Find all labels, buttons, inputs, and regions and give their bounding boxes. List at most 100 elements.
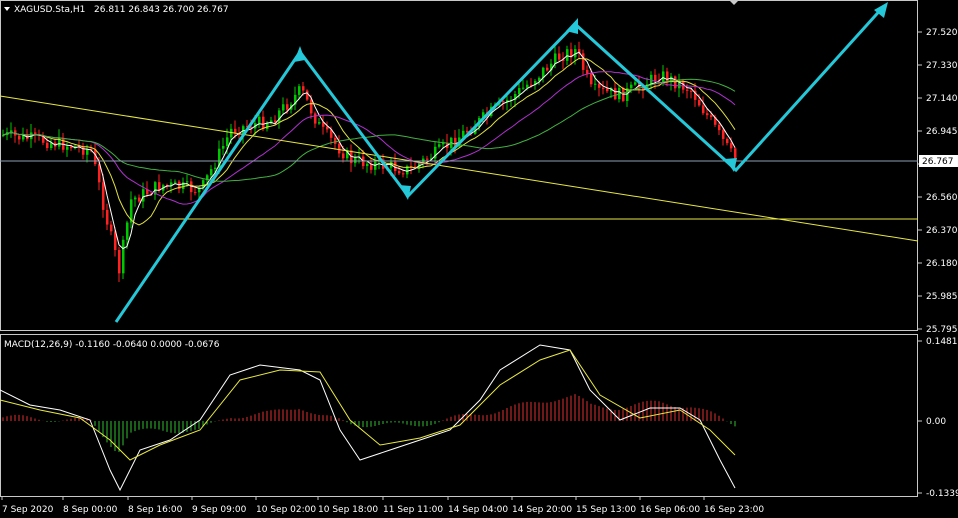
time-axis: 7 Sep 2020 8 Sep 00:00 8 Sep 16:00 9 Sep 09…: [1, 496, 764, 515]
current-price-label: 26.767: [922, 157, 954, 167]
candle-body: [526, 84, 529, 88]
candle-body: [262, 116, 265, 129]
main-pane-frame: [0, 0, 918, 331]
candle-body: [122, 239, 125, 274]
candle-body: [546, 67, 549, 71]
moving-average-line: [2, 71, 736, 205]
symbol-menu-icon[interactable]: [4, 7, 10, 11]
trading-chart[interactable]: XAGUSD.Sta,H1 26.811 26.843 26.700 26.76…: [0, 0, 958, 518]
candle-body: [726, 138, 729, 144]
candle-body: [302, 86, 305, 91]
candle-body: [438, 144, 441, 147]
candle-body: [706, 113, 709, 116]
candle-body: [502, 101, 505, 103]
candle-body: [70, 146, 73, 149]
candles-layer: [2, 41, 737, 282]
price-tick-label: 26.560: [926, 193, 958, 203]
candle-body: [722, 130, 725, 139]
macd-label: MACD(12,26,9) -0.1160 -0.0640 0.0000 -0.…: [4, 340, 220, 350]
candle-body: [310, 99, 313, 114]
candle-body: [558, 53, 561, 60]
candle-body: [34, 132, 37, 134]
price-tick-label: 25.985: [926, 292, 958, 302]
candle-body: [318, 122, 321, 124]
candle-body: [142, 189, 145, 202]
candle-body: [66, 146, 69, 150]
candle-body: [118, 250, 121, 274]
candle-body: [718, 124, 721, 131]
time-label: 7 Sep 2020: [2, 505, 54, 515]
price-tick-label: 27.330: [926, 61, 958, 71]
candle-body: [326, 126, 329, 130]
price-axis: 27.52027.33027.14026.94526.76026.56026.3…: [918, 28, 958, 335]
candle-body: [522, 87, 525, 89]
time-label: 11 Sep 11:00: [383, 505, 443, 515]
price-tick-label: 26.945: [926, 127, 958, 137]
candle-body: [594, 83, 597, 85]
candle-body: [426, 158, 429, 160]
candle-body: [314, 113, 317, 124]
price-tick-label: 25.795: [926, 325, 958, 335]
candle-body: [686, 89, 689, 91]
candle-body: [554, 53, 557, 64]
time-label: 9 Sep 09:00: [192, 505, 247, 515]
candle-body: [298, 86, 301, 95]
candle-body: [82, 146, 85, 155]
candle-body: [634, 82, 637, 85]
candle-body: [258, 116, 261, 124]
candle-body: [710, 115, 713, 118]
candle-body: [402, 173, 405, 175]
candle-body: [126, 222, 129, 240]
time-label: 10 Sep 02:00: [256, 505, 316, 515]
candle-body: [702, 105, 705, 114]
candle-body: [566, 49, 569, 61]
macd-signal-line: [0, 349, 736, 461]
chart-symbol: XAGUSD.Sta,H1: [14, 5, 85, 15]
candle-body: [662, 71, 665, 83]
candle-body: [46, 142, 49, 148]
price-tick-label: 27.140: [926, 94, 958, 104]
candle-body: [730, 143, 733, 149]
candle-body: [698, 99, 701, 106]
candle-body: [134, 197, 137, 200]
candle-body: [18, 135, 21, 140]
candle-body: [338, 143, 341, 154]
candle-body: [306, 90, 309, 100]
candle-body: [286, 104, 289, 110]
macd-tick-label: 0.1481: [926, 337, 958, 347]
candle-body: [214, 167, 217, 170]
candle-body: [614, 88, 617, 100]
candle-body: [598, 83, 601, 88]
candle-body: [186, 181, 189, 183]
candle-body: [266, 123, 269, 129]
macd-tick-label: 0.00: [926, 417, 946, 427]
candle-body: [106, 209, 109, 225]
candle-body: [234, 128, 237, 134]
candle-body: [334, 137, 337, 144]
candle-body: [86, 149, 89, 155]
candle-body: [222, 145, 225, 149]
candle-body: [182, 182, 185, 189]
price-tick-label: 26.370: [926, 226, 958, 236]
macd-axis: 0.1481 0.00 -0.1339: [918, 337, 958, 499]
candle-body: [586, 69, 589, 74]
price-tick-label: 27.520: [926, 28, 958, 38]
price-tick-label: 26.180: [926, 259, 958, 269]
candle-body: [630, 84, 633, 89]
candle-body: [226, 137, 229, 146]
macd-lines: [0, 344, 736, 492]
arrow-head-2: [399, 185, 411, 200]
zigzag-pattern[interactable]: [114, 4, 886, 323]
candle-body: [590, 73, 593, 85]
candle-body: [10, 130, 13, 133]
candle-body: [602, 87, 605, 89]
scroll-shift-marker[interactable]: [729, 0, 739, 5]
time-label: 8 Sep 16:00: [128, 505, 183, 515]
candle-body: [366, 163, 369, 167]
candle-body: [138, 197, 141, 202]
chart-ohlc: 26.811 26.843 26.700 26.767: [94, 5, 229, 15]
time-label: 14 Sep 04:00: [448, 505, 508, 515]
macd-main-line: [0, 344, 736, 492]
candle-body: [210, 169, 213, 176]
candle-body: [518, 88, 521, 95]
